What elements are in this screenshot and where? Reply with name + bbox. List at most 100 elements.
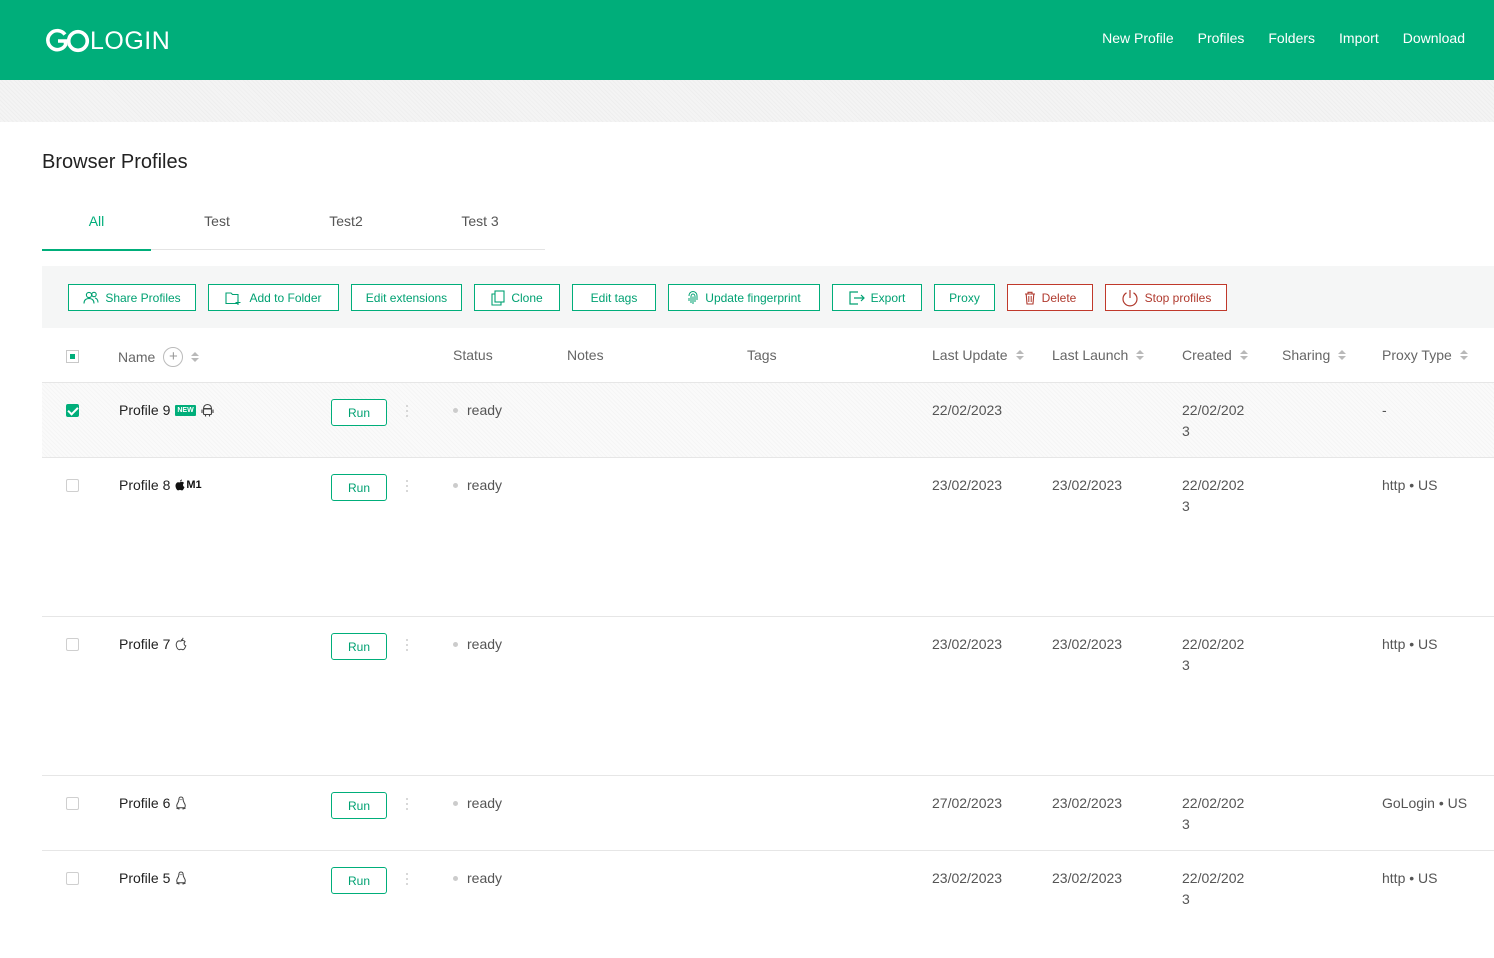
run-button[interactable]: Run — [331, 474, 387, 501]
power-icon — [1122, 289, 1138, 306]
status-dot — [453, 407, 458, 413]
status-cell: ready — [453, 402, 502, 418]
export-icon — [849, 290, 865, 305]
proxy-cell: http • US — [1382, 636, 1438, 652]
row-checkbox[interactable] — [66, 797, 79, 810]
table-row[interactable]: Profile 5 Run ready 23/02/2023 23/02/202… — [42, 851, 1494, 958]
created-cell: 22/02/2023 — [1182, 870, 1245, 907]
column-proxy-type[interactable]: Proxy Type — [1382, 347, 1468, 363]
add-column-icon[interactable]: + — [163, 347, 184, 367]
proxy-cell: GoLogin • US — [1382, 795, 1468, 811]
profile-name-text: Profile 6 — [119, 795, 171, 811]
column-created[interactable]: Created — [1182, 347, 1248, 363]
table-row[interactable]: Profile 7 Run ready 23/02/2023 23/02/202… — [42, 617, 1494, 776]
row-checkbox[interactable] — [66, 638, 79, 651]
run-button[interactable]: Run — [331, 792, 387, 819]
last-launch-cell: 23/02/2023 — [1052, 870, 1123, 886]
linux-icon — [176, 871, 187, 885]
nav-new-profile[interactable]: New Profile — [1102, 30, 1174, 46]
proxy-button[interactable]: Proxy — [934, 284, 995, 311]
column-last-update[interactable]: Last Update — [932, 347, 1024, 363]
run-button[interactable]: Run — [331, 399, 387, 426]
users-icon — [83, 291, 99, 304]
nav-download[interactable]: Download — [1403, 30, 1465, 46]
export-button[interactable]: Export — [832, 284, 922, 311]
tab-test-3[interactable]: Test 3 — [435, 196, 525, 250]
sort-icon[interactable] — [1338, 350, 1347, 360]
tab-test2[interactable]: Test2 — [301, 196, 391, 250]
tab-test[interactable]: Test — [172, 196, 262, 250]
more-icon[interactable] — [406, 798, 409, 810]
apple-icon — [176, 637, 187, 651]
proxy-cell: http • US — [1382, 477, 1438, 493]
sort-icon[interactable] — [1239, 350, 1248, 360]
add-to-folder-label: Add to Folder — [249, 290, 322, 305]
column-name[interactable]: Name + — [118, 347, 200, 367]
sort-icon[interactable] — [1136, 350, 1145, 360]
last-update-cell: 23/02/2023 — [932, 477, 1003, 493]
delete-button[interactable]: Delete — [1007, 284, 1093, 311]
table-row[interactable]: Profile 6 Run ready 27/02/2023 23/02/202… — [42, 776, 1494, 851]
status-dot — [453, 482, 458, 488]
profile-name[interactable]: Profile 9 NEW — [119, 402, 214, 418]
edit-extensions-button[interactable]: Edit extensions — [351, 284, 462, 311]
column-notes: Notes — [567, 347, 604, 363]
edit-extensions-label: Edit extensions — [365, 290, 448, 305]
created-cell: 22/02/2023 — [1182, 795, 1245, 832]
column-name-label: Name — [118, 349, 156, 365]
profile-name[interactable]: Profile 8 M1 — [119, 477, 202, 493]
select-all-checkbox[interactable] — [66, 350, 79, 363]
stop-profiles-button[interactable]: Stop profiles — [1105, 284, 1227, 311]
status-dot — [453, 800, 458, 806]
update-fingerprint-button[interactable]: Update fingerprint — [668, 284, 820, 311]
column-last-launch[interactable]: Last Launch — [1052, 347, 1145, 363]
nav-folders[interactable]: Folders — [1268, 30, 1315, 46]
clone-label: Clone — [511, 290, 543, 305]
table-row[interactable]: Profile 8 M1 Run ready 23/02/2023 23/02/… — [42, 458, 1494, 617]
profile-name[interactable]: Profile 5 — [119, 870, 187, 886]
last-update-cell: 22/02/2023 — [932, 402, 1003, 418]
profile-name-text: Profile 8 — [119, 477, 171, 493]
add-to-folder-button[interactable]: Add to Folder — [208, 284, 339, 311]
more-icon[interactable] — [406, 639, 409, 651]
more-icon[interactable] — [406, 405, 409, 417]
android-icon — [201, 403, 214, 417]
stop-profiles-label: Stop profiles — [1144, 290, 1212, 305]
tab-all[interactable]: All — [42, 196, 151, 251]
share-profiles-button[interactable]: Share Profiles — [68, 284, 196, 311]
sort-icon[interactable] — [1459, 350, 1468, 360]
m1-label: M1 — [186, 479, 202, 491]
more-icon[interactable] — [406, 480, 409, 492]
logo-go — [46, 28, 90, 54]
delete-label: Delete — [1041, 290, 1077, 305]
clone-button[interactable]: Clone — [474, 284, 560, 311]
created-cell: 22/02/2023 — [1182, 402, 1245, 439]
more-icon[interactable] — [406, 873, 409, 885]
nav-import[interactable]: Import — [1339, 30, 1379, 46]
sort-icon[interactable] — [191, 352, 200, 362]
row-checkbox[interactable] — [66, 479, 79, 492]
apple-icon — [175, 479, 185, 491]
profile-name[interactable]: Profile 7 — [119, 636, 187, 652]
nav-profiles[interactable]: Profiles — [1198, 30, 1245, 46]
last-update-cell: 23/02/2023 — [932, 870, 1003, 886]
bulk-actions-toolbar: Share Profiles Add to Folder Edit extens… — [42, 266, 1494, 328]
share-profiles-label: Share Profiles — [105, 290, 181, 305]
edit-tags-button[interactable]: Edit tags — [572, 284, 656, 311]
profile-name[interactable]: Profile 6 — [119, 795, 187, 811]
status-cell: ready — [453, 477, 502, 493]
profile-name-text: Profile 7 — [119, 636, 171, 652]
run-button[interactable]: Run — [331, 633, 387, 660]
table-row[interactable]: Profile 9 NEW Run ready 22/02/2023 22/02… — [42, 383, 1494, 458]
top-nav: New Profile Profiles Folders Import Down… — [1102, 30, 1465, 46]
row-checkbox[interactable] — [66, 404, 79, 417]
status-cell: ready — [453, 636, 502, 652]
row-checkbox[interactable] — [66, 872, 79, 885]
update-fingerprint-label: Update fingerprint — [705, 290, 801, 305]
run-button[interactable]: Run — [331, 867, 387, 894]
gologin-logo[interactable]: LOGIN — [46, 26, 170, 56]
status-dot — [453, 641, 458, 647]
column-status: Status — [453, 347, 493, 363]
column-sharing[interactable]: Sharing — [1282, 347, 1347, 363]
sort-icon[interactable] — [1015, 350, 1024, 360]
